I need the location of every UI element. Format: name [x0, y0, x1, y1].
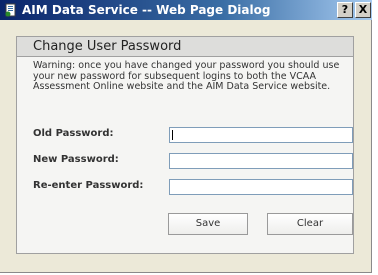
title-bar[interactable]: AIM Data Service -- Web Page Dialog ? X [0, 0, 372, 20]
reenter-password-field[interactable] [169, 179, 353, 195]
new-password-field[interactable] [169, 153, 353, 169]
old-password-label: Old Password: [33, 128, 114, 139]
warning-text: Warning: once you have changed your pass… [33, 60, 340, 92]
window-title: AIM Data Service -- Web Page Dialog [22, 3, 271, 17]
change-password-panel: Change User Password Warning: once you h… [16, 36, 354, 254]
save-button[interactable]: Save [168, 213, 248, 235]
close-button[interactable]: X [355, 2, 371, 18]
help-button[interactable]: ? [337, 2, 353, 18]
clear-button[interactable]: Clear [267, 213, 353, 235]
text-caret [172, 130, 173, 140]
panel-header: Change User Password [17, 37, 353, 57]
reenter-password-label: Re-enter Password: [33, 180, 144, 191]
dialog-window: AIM Data Service -- Web Page Dialog ? X … [0, 0, 372, 273]
old-password-field[interactable] [169, 127, 353, 143]
new-password-label: New Password: [33, 154, 119, 165]
page-dialog-icon [4, 3, 18, 17]
panel-title: Change User Password [33, 39, 182, 54]
